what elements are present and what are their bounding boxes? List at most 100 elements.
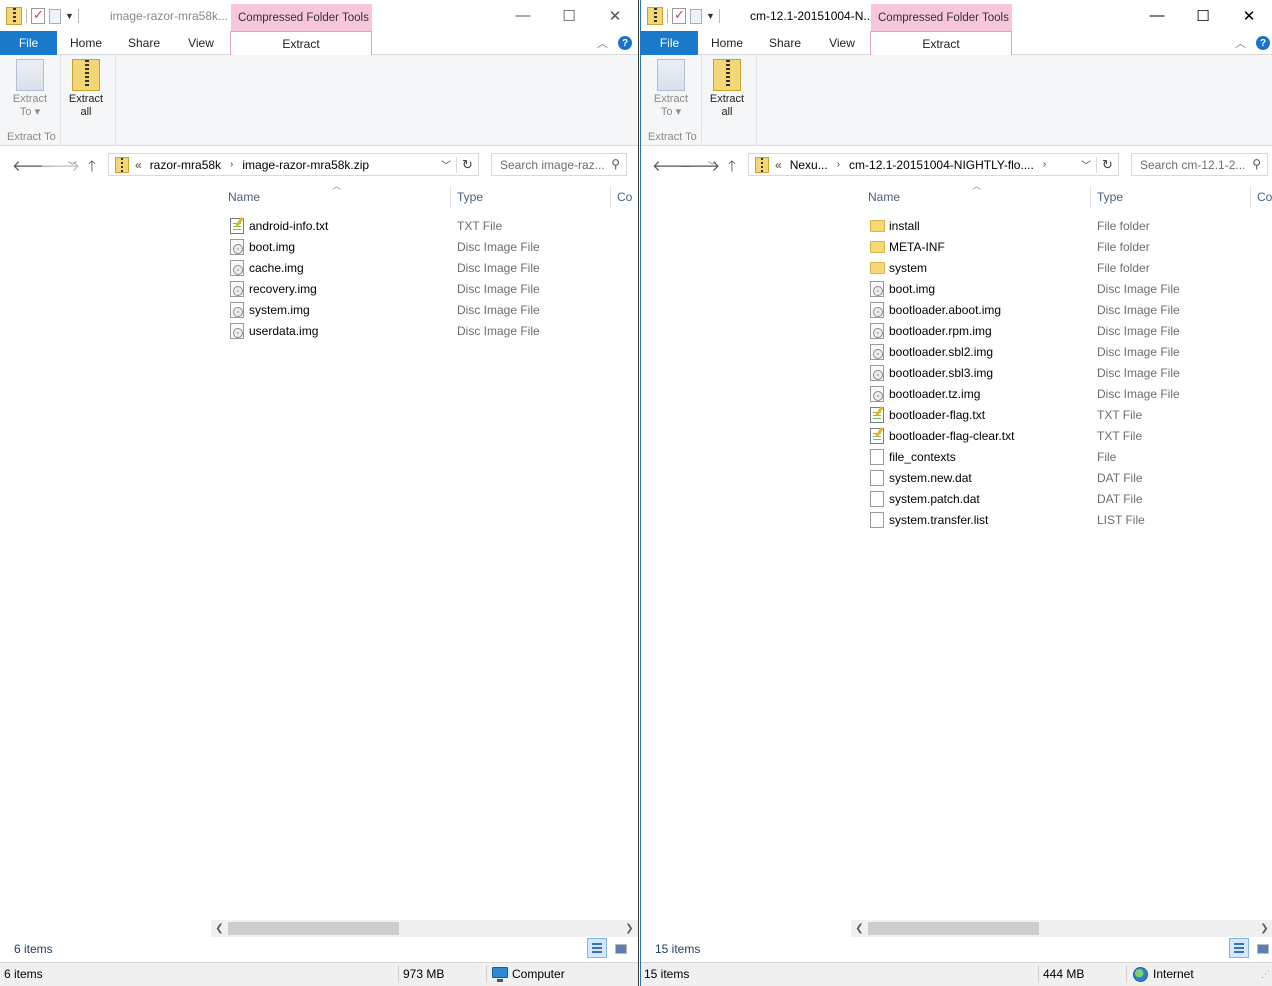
breadcrumb-item[interactable]: Nexu... [790, 158, 828, 172]
extract-to-button[interactable]: Extract To ▾ [8, 59, 52, 119]
tab-view[interactable]: View [173, 31, 229, 55]
large-icons-view-icon[interactable] [610, 938, 630, 958]
file-row[interactable]: system.new.dat DAT File [641, 467, 1272, 488]
column-header-type[interactable]: Type [1097, 190, 1123, 204]
tab-view[interactable]: View [814, 31, 870, 55]
disc-image-icon [230, 323, 244, 339]
address-dropdown-icon[interactable]: ﹀ [436, 157, 456, 172]
file-row[interactable]: system.transfer.list LIST File [641, 509, 1272, 530]
details-view-icon[interactable] [1229, 938, 1249, 958]
recent-locations-chevron-icon[interactable]: ﹀ [68, 159, 77, 172]
breadcrumb-item[interactable]: cm-12.1-20151004-NIGHTLY-flo.... [849, 158, 1034, 172]
properties-icon[interactable] [672, 7, 686, 24]
resize-grip-icon[interactable]: ⋰ [1261, 969, 1270, 980]
up-arrow-icon[interactable]: 🡑 [88, 156, 96, 181]
breadcrumb-chevron-icon[interactable]: › [837, 159, 840, 170]
file-name: bootloader.tz.img [889, 387, 981, 401]
file-row[interactable]: userdata.img Disc Image File [0, 320, 638, 341]
extract-to-button[interactable]: Extract To ▾ [649, 59, 693, 119]
file-row[interactable]: boot.img Disc Image File [641, 278, 1272, 299]
scrollbar-thumb[interactable] [868, 922, 1039, 935]
address-bar[interactable]: « razor-mra58k › image-razor-mra58k.zip … [108, 153, 479, 176]
properties-icon[interactable] [31, 7, 45, 24]
horizontal-scrollbar[interactable]: ❮ ❯ [211, 920, 638, 937]
file-row[interactable]: bootloader-flag.txt TXT File [641, 404, 1272, 425]
file-row[interactable]: android-info.txt TXT File [0, 215, 638, 236]
tab-home[interactable]: Home [698, 31, 756, 55]
extract-to-icon [657, 59, 685, 91]
new-folder-icon[interactable] [49, 8, 61, 24]
search-input[interactable]: Search cm-12.1-2... ⚲ [1131, 153, 1268, 176]
file-type: Disc Image File [1097, 387, 1180, 401]
tab-share[interactable]: Share [756, 31, 814, 55]
up-arrow-icon[interactable]: 🡑 [728, 156, 736, 181]
help-icon[interactable]: ? [618, 36, 632, 50]
collapse-ribbon-icon[interactable]: ︿ [1235, 35, 1246, 51]
column-header-extra[interactable]: Co [1257, 190, 1272, 204]
refresh-icon[interactable]: ↻ [456, 156, 478, 173]
customize-qat-dropdown-icon[interactable]: ▼ [706, 11, 715, 21]
file-row[interactable]: file_contexts File [641, 446, 1272, 467]
horizontal-scrollbar[interactable]: ❮ ❯ [851, 920, 1272, 937]
file-row[interactable]: bootloader.sbl2.img Disc Image File [641, 341, 1272, 362]
tab-home[interactable]: Home [57, 31, 115, 55]
scroll-left-icon[interactable]: ❮ [211, 920, 228, 937]
file-row[interactable]: bootloader.sbl3.img Disc Image File [641, 362, 1272, 383]
minimize-button[interactable]: — [1134, 0, 1180, 31]
new-folder-icon[interactable] [690, 8, 702, 24]
search-input[interactable]: Search image-raz... ⚲ [491, 153, 627, 176]
column-header-extra[interactable]: Co [617, 190, 632, 204]
file-row[interactable]: bootloader-flag-clear.txt TXT File [641, 425, 1272, 446]
customize-qat-dropdown-icon[interactable]: ▼ [65, 11, 74, 21]
status-bar: 15 items 444 MB Internet ⋰ [641, 962, 1272, 986]
collapse-ribbon-icon[interactable]: ︿ [597, 35, 608, 51]
tab-extract[interactable]: Extract [870, 31, 1012, 56]
scrollbar-thumb[interactable] [228, 922, 399, 935]
file-row[interactable]: boot.img Disc Image File [0, 236, 638, 257]
scroll-right-icon[interactable]: ❯ [621, 920, 638, 937]
tab-file[interactable]: File [641, 31, 698, 55]
breadcrumb-item[interactable]: razor-mra58k [150, 158, 221, 172]
breadcrumb-chevron-icon[interactable]: › [1043, 159, 1046, 170]
extract-all-button[interactable]: Extract all [64, 59, 108, 119]
tab-extract[interactable]: Extract [230, 31, 372, 56]
file-row[interactable]: bootloader.rpm.img Disc Image File [641, 320, 1272, 341]
file-row[interactable]: system.img Disc Image File [0, 299, 638, 320]
maximize-button[interactable]: ☐ [1180, 0, 1226, 31]
title-bar[interactable]: ▼ image-razor-mra58k... Compressed Folde… [0, 0, 638, 31]
file-row[interactable]: recovery.img Disc Image File [0, 278, 638, 299]
maximize-button[interactable]: ☐ [546, 0, 592, 31]
column-header-type[interactable]: Type [457, 190, 483, 204]
file-row[interactable]: system File folder [641, 257, 1272, 278]
recent-locations-chevron-icon[interactable]: ﹀ [708, 159, 717, 172]
title-bar[interactable]: ▼ cm-12.1-20151004-N... Compressed Folde… [641, 0, 1272, 31]
minimize-button[interactable]: — [500, 0, 546, 31]
close-button[interactable]: ✕ [1226, 0, 1272, 31]
column-header-name[interactable]: Name [228, 190, 260, 204]
tab-share[interactable]: Share [115, 31, 173, 55]
file-name: cache.img [249, 261, 304, 275]
internet-globe-icon [1133, 967, 1148, 982]
file-name: android-info.txt [249, 219, 329, 233]
details-view-icon[interactable] [587, 938, 607, 958]
address-dropdown-icon[interactable]: ﹀ [1076, 157, 1096, 172]
extract-all-button[interactable]: Extract all [705, 59, 749, 119]
breadcrumb-chevron-icon[interactable]: › [230, 159, 233, 170]
file-row[interactable]: bootloader.tz.img Disc Image File [641, 383, 1272, 404]
file-row[interactable]: install File folder [641, 215, 1272, 236]
help-icon[interactable]: ? [1256, 36, 1270, 50]
large-icons-view-icon[interactable] [1252, 938, 1272, 958]
refresh-icon[interactable]: ↻ [1096, 156, 1118, 173]
scroll-right-icon[interactable]: ❯ [1256, 920, 1272, 937]
breadcrumb-item[interactable]: image-razor-mra58k.zip [242, 158, 369, 172]
scroll-left-icon[interactable]: ❮ [851, 920, 868, 937]
column-header-name[interactable]: Name [868, 190, 900, 204]
close-button[interactable]: ✕ [592, 0, 638, 31]
file-row[interactable]: bootloader.aboot.img Disc Image File [641, 299, 1272, 320]
ribbon-tabs: File Home Share View Extract ︿ ? [0, 31, 638, 56]
file-row[interactable]: system.patch.dat DAT File [641, 488, 1272, 509]
file-row[interactable]: cache.img Disc Image File [0, 257, 638, 278]
file-row[interactable]: META-INF File folder [641, 236, 1272, 257]
address-bar[interactable]: « Nexu... › cm-12.1-20151004-NIGHTLY-flo… [748, 153, 1119, 176]
tab-file[interactable]: File [0, 31, 57, 55]
